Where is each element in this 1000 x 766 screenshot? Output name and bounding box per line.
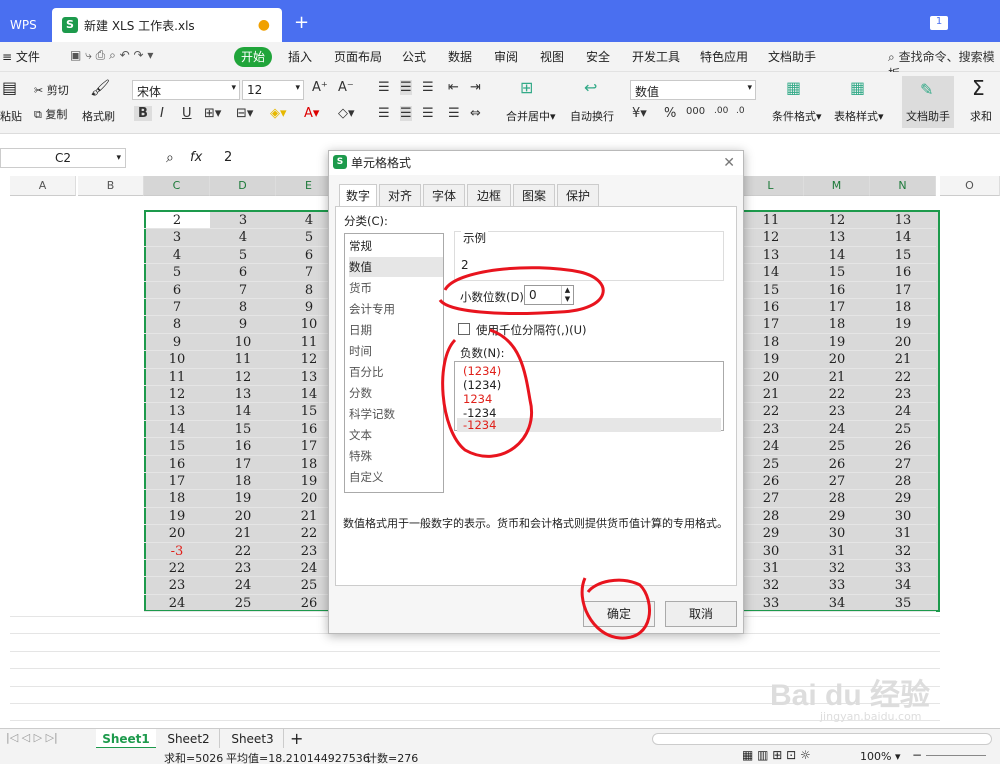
baidu-watermark-logo: Bai du 经验 (770, 679, 931, 712)
annotation-circle-ok (580, 577, 652, 640)
watermark-url: jingyan.baidu.com (820, 710, 922, 723)
annotation-layer (438, 266, 652, 640)
annotation-circle-negatives (441, 328, 533, 458)
annotation-circle-decimals (438, 266, 605, 315)
